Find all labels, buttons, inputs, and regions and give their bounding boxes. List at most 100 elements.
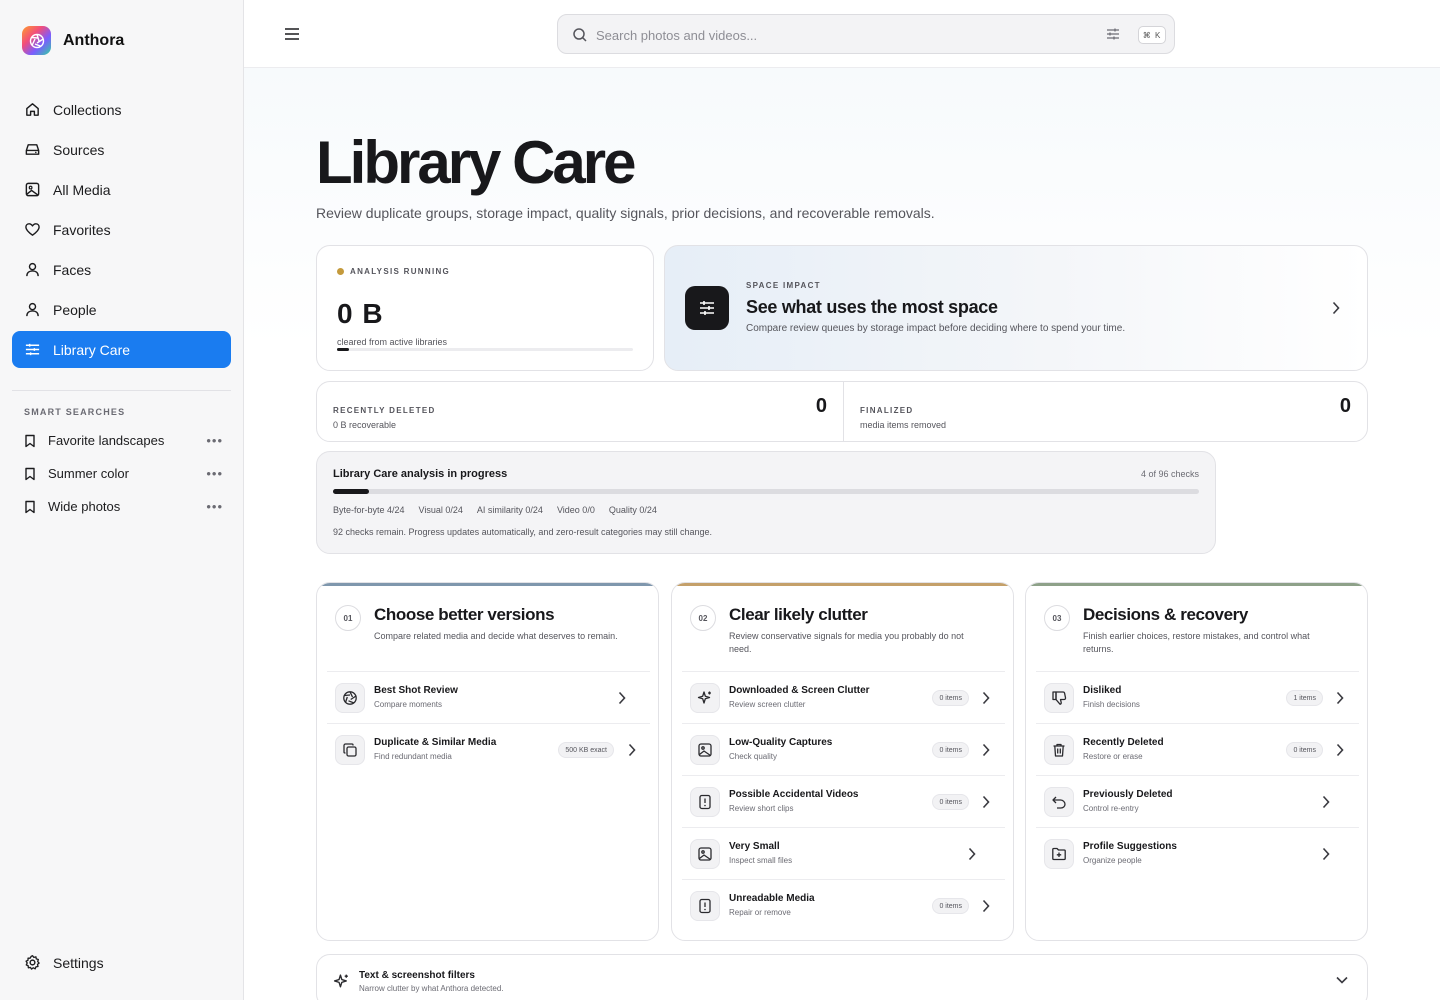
column-rows: Disliked Finish decisions 1 items Recent… [1036,671,1359,879]
alert-file-icon [690,891,720,921]
row-title: Downloaded & Screen Clutter [729,685,870,696]
row-title: Low-Quality Captures [729,737,833,748]
more-icon[interactable]: ••• [206,499,223,514]
row-best-shot-review[interactable]: Best Shot Review Compare moments [327,671,650,723]
progress-note: 92 checks remain. Progress updates autom… [333,527,713,537]
person-icon [26,262,39,277]
sidebar-item-label: People [53,301,97,318]
row-unreadable-media[interactable]: Unreadable Media Repair or remove 0 item… [682,879,1005,931]
text-screenshot-filters[interactable]: Text & screenshot filters Narrow clutter… [316,954,1368,1000]
row-previously-deleted[interactable]: Previously Deleted Control re-entry [1036,775,1359,827]
sidebar-item-people[interactable]: People [12,291,231,328]
row-recently-deleted[interactable]: Recently Deleted Restore or erase 0 item… [1036,723,1359,775]
chevron-right-icon [982,743,990,757]
aperture-icon [335,683,365,713]
progress-count: 4 of 96 checks [1140,469,1199,479]
count-badge: 0 items [932,898,969,914]
cleared-caption: cleared from active libraries [337,337,448,347]
row-subtitle: Repair or remove [729,908,791,917]
progress-stat: Visual 0/24 [418,505,463,515]
main-content: Library Care Review duplicate groups, st… [244,68,1440,1000]
alert-file-icon [690,787,720,817]
smart-search-item[interactable]: Favorite landscapes ••• [12,424,231,457]
row-title: Best Shot Review [374,685,458,696]
sidebar-item-sources[interactable]: Sources [12,131,231,168]
row-subtitle: Review screen clutter [729,700,806,709]
row-accidental-videos[interactable]: Possible Accidental Videos Review short … [682,775,1005,827]
stat-description: 0 B recoverable [333,420,397,430]
brand[interactable]: Anthora [22,26,124,55]
row-subtitle: Restore or erase [1083,752,1143,761]
search-input[interactable] [596,24,1076,46]
smart-search-item[interactable]: Wide photos ••• [12,490,231,523]
row-low-quality-captures[interactable]: Low-Quality Captures Check quality 0 ite… [682,723,1005,775]
image-icon [25,182,40,197]
row-title: Duplicate & Similar Media [374,737,497,748]
row-downloaded-screen-clutter[interactable]: Downloaded & Screen Clutter Review scree… [682,671,1005,723]
sidebar-item-faces[interactable]: Faces [12,251,231,288]
row-profile-suggestions[interactable]: Profile Suggestions Organize people [1036,827,1359,879]
row-subtitle: Inspect small files [729,856,793,865]
folder-plus-icon [1044,839,1074,869]
count-badge: 500 KB exact [558,742,614,758]
topbar: ⌘ K [244,0,1440,68]
sidebar-divider [12,390,231,391]
sliders-icon [685,286,729,330]
status-dot [337,268,344,275]
row-title: Possible Accidental Videos [729,789,859,800]
cleared-progress-track [337,348,633,351]
row-disliked[interactable]: Disliked Finish decisions 1 items [1036,671,1359,723]
smart-search-item[interactable]: Summer color ••• [12,457,231,490]
search-bar[interactable]: ⌘ K [557,14,1175,54]
sidebar-item-library-care[interactable]: Library Care [12,331,231,368]
sidebar-item-collections[interactable]: Collections [12,91,231,128]
page-title: Library Care [316,129,636,196]
hamburger-icon [285,28,299,40]
row-title: Very Small [729,841,780,852]
column-title: Clear likely clutter [729,605,868,624]
count-badge: 0 items [932,742,969,758]
image-icon [690,839,720,869]
sidebar-item-favorites[interactable]: Favorites [12,211,231,248]
analysis-card: ANALYSIS RUNNING 0 B cleared from active… [316,245,654,371]
space-impact-card[interactable]: SPACE IMPACT See what uses the most spac… [664,245,1368,371]
finalized-stat[interactable]: FINALIZED media items removed 0 [844,382,1367,441]
sidebar-item-all-media[interactable]: All Media [12,171,231,208]
more-icon[interactable]: ••• [206,433,223,448]
menu-button[interactable] [282,24,302,44]
home-icon [26,103,39,116]
row-very-small[interactable]: Very Small Inspect small files [682,827,1005,879]
trash-icon [1044,735,1074,765]
shortcut-badge: ⌘ K [1138,26,1166,44]
recently-deleted-stat[interactable]: RECENTLY DELETED 0 B recoverable 0 [317,382,843,441]
filter-icon[interactable] [1105,26,1121,42]
sidebar-item-settings[interactable]: Settings [24,954,104,971]
filters-subtitle: Narrow clutter by what Anthora detected. [359,984,504,993]
chevron-right-icon [1336,691,1344,705]
progress-stat: AI similarity 0/24 [476,505,543,515]
filters-title: Text & screenshot filters [359,970,475,981]
more-icon[interactable]: ••• [206,466,223,481]
smart-searches-heading: SMART SEARCHES [24,407,126,417]
app-logo-icon [22,26,51,55]
column-accent [672,583,1013,586]
count-badge: 0 items [932,690,969,706]
smart-searches-list: Favorite landscapes ••• Summer color •••… [12,424,231,523]
count-badge: 1 items [1286,690,1323,706]
column-number: 02 [690,605,716,631]
sliders-icon [25,343,40,356]
row-title: Profile Suggestions [1083,841,1177,852]
stat-label: FINALIZED [860,406,914,415]
row-title: Previously Deleted [1083,789,1173,800]
row-duplicate-similar[interactable]: Duplicate & Similar Media Find redundant… [327,723,650,775]
progress-track [333,489,1199,494]
row-title: Disliked [1083,685,1122,696]
count-badge: 0 items [1286,742,1323,758]
row-subtitle: Review short clips [729,804,794,813]
bookmark-icon [25,500,35,513]
page-subtitle: Review duplicate groups, storage impact,… [316,205,935,221]
stat-value: 0 [1339,395,1351,417]
smart-search-label: Wide photos [48,499,121,514]
settings-label: Settings [53,954,104,971]
sidebar-item-label: Collections [53,101,122,118]
